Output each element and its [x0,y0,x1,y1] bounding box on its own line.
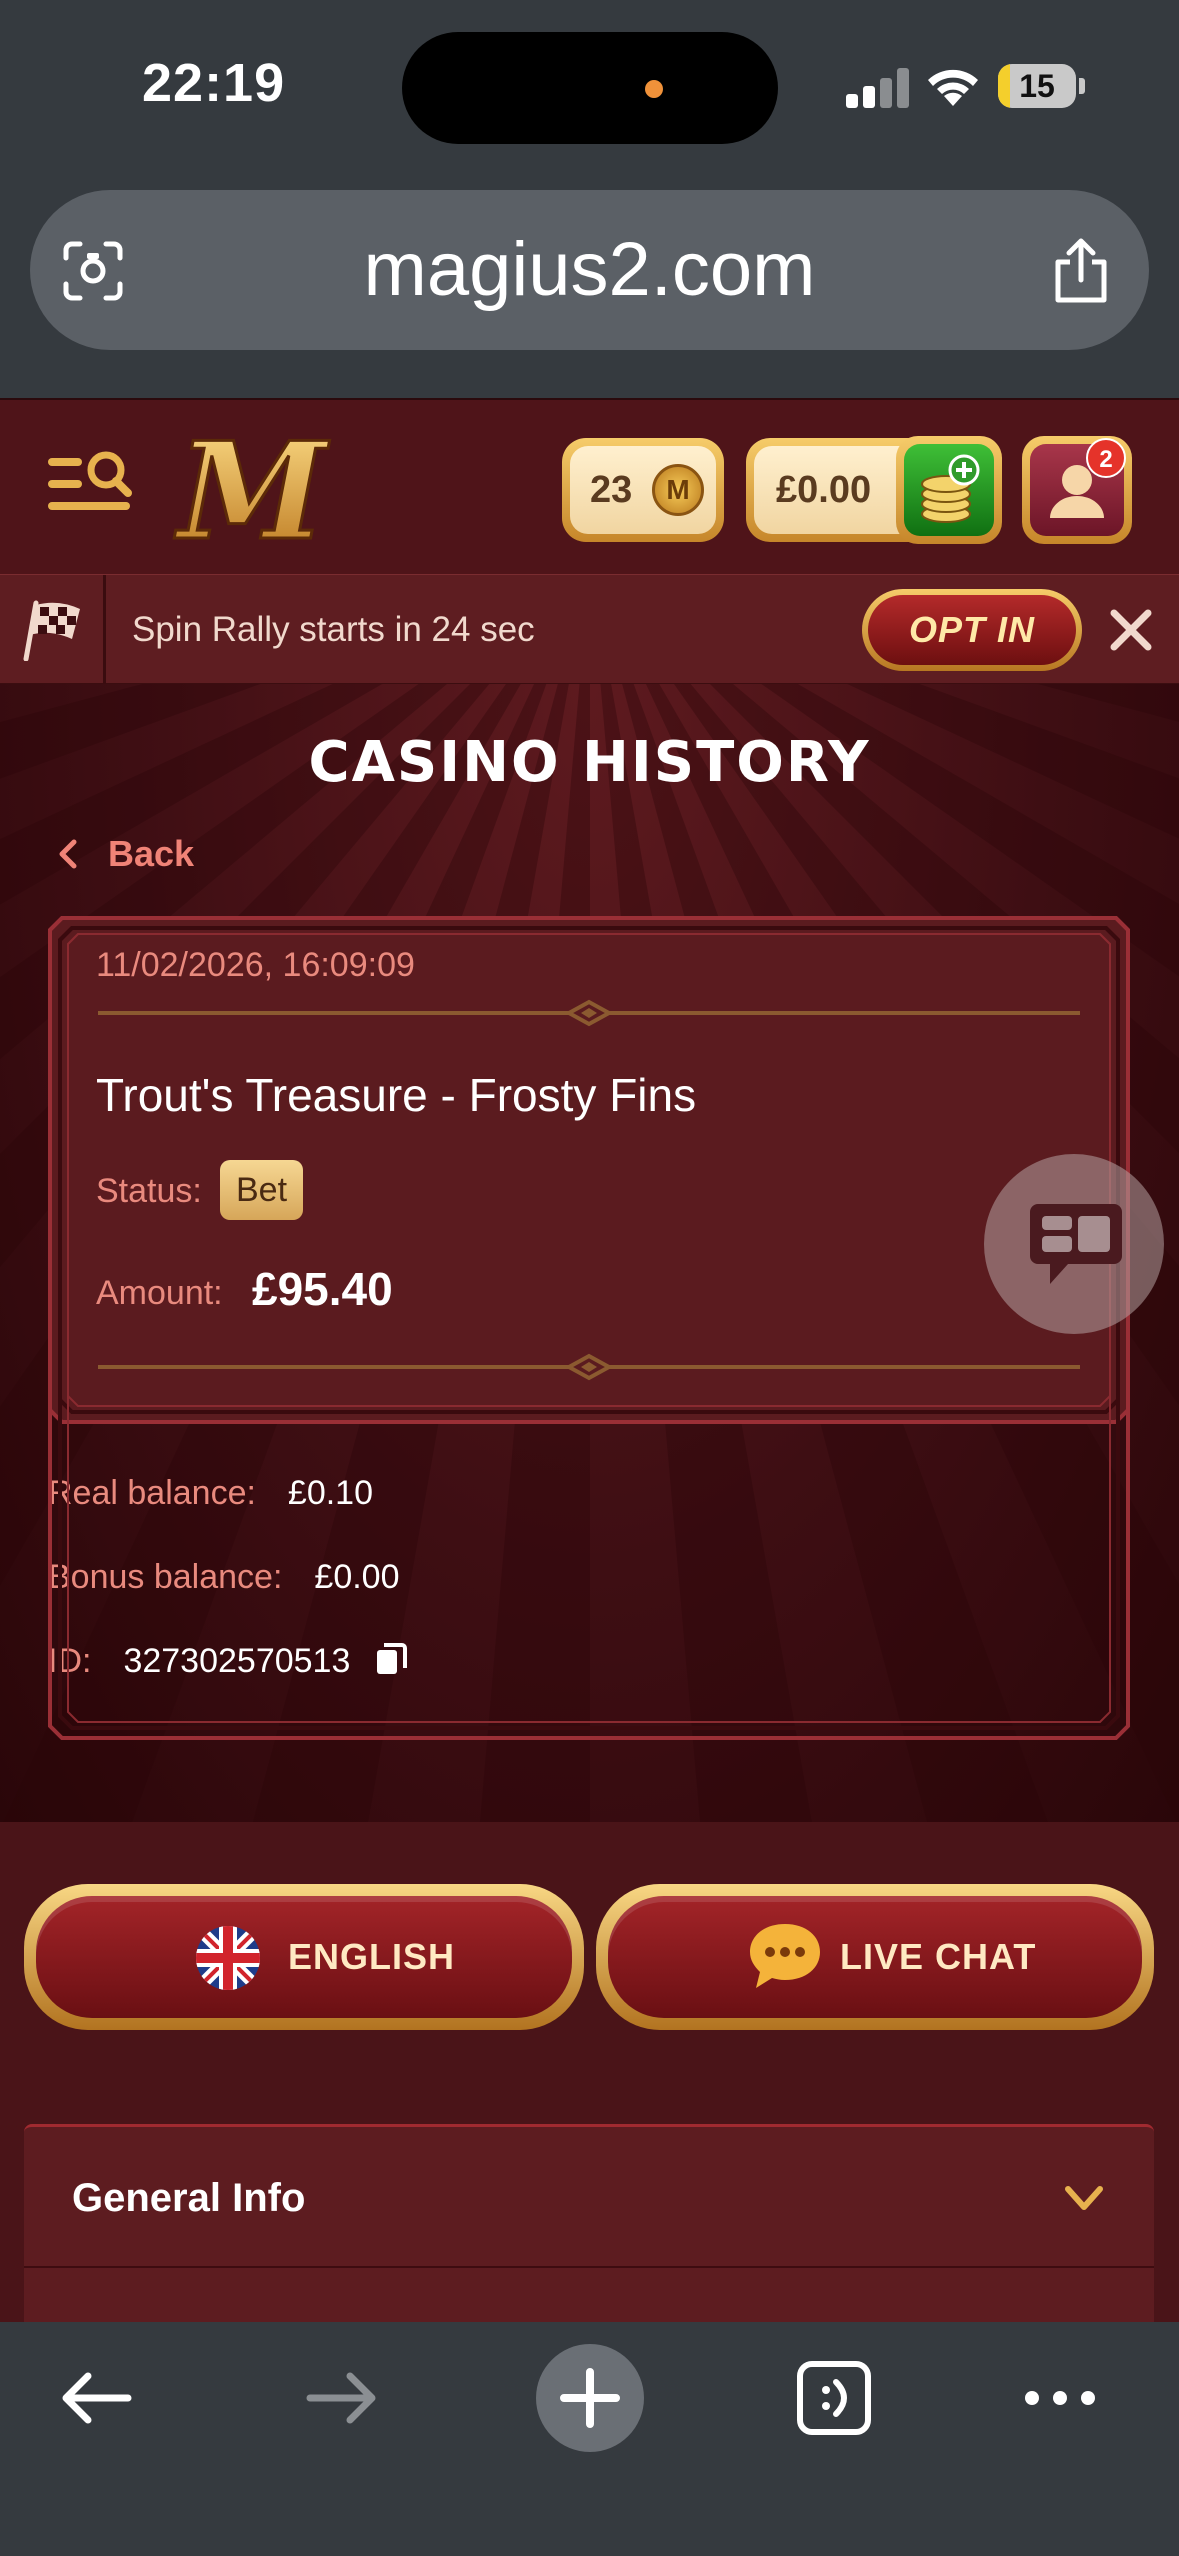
back-arrow-icon[interactable] [56,2358,136,2438]
battery-tip [1079,78,1085,94]
battery-percent: 15 [1019,68,1055,104]
chat-bubbles-icon [1030,1204,1122,1284]
real-balance-value: £0.10 [287,1474,374,1512]
more-options-icon[interactable] [1020,2358,1100,2438]
site-header: M 23 M £0.00 2 [0,398,1179,574]
amount-label: Amount: [96,1274,223,1312]
language-button[interactable]: ENGLISH [24,1884,584,2030]
close-icon[interactable] [1106,605,1156,655]
id-row: ID: 327302570513 [48,1642,408,1681]
browser-toolbar [0,2322,1179,2556]
floating-chat-button[interactable] [984,1154,1164,1334]
screen: 22:19 15 magius2.com M 23 M £0.00 2 Spin… [0,0,1179,2556]
real-balance-label: Real balance: [48,1474,256,1512]
notification-badge: 2 [1086,438,1126,478]
wifi-icon [928,69,978,106]
chat-bubble-icon [750,1924,820,1988]
history-card: 11/02/2026, 16:09:09 Trout's Treasure - … [48,916,1130,1424]
coins-value: 23 [590,469,633,511]
accordion-title: General Info [72,2176,306,2220]
live-chat-label: LIVE CHAT [840,1936,1037,1977]
bonus-balance-row: Bonus balance: £0.00 [48,1558,400,1597]
live-chat-button[interactable]: LIVE CHAT [596,1884,1154,2030]
status-badge: Bet [220,1160,304,1220]
share-icon[interactable] [1050,236,1112,306]
uk-flag-icon [196,1926,260,1990]
chevron-down-icon [1065,2186,1103,2210]
id-label: ID: [48,1642,92,1680]
divider-ornament [98,999,1080,1027]
browser-address-bar: magius2.com [0,180,1179,398]
new-tab-button[interactable] [536,2344,644,2452]
flag-box [0,575,106,685]
card-frame [48,916,1130,1424]
game-name: Trout's Treasure - Frosty Fins [96,1069,697,1121]
coins-plus-icon [921,454,980,523]
status-bar: 22:19 15 [0,0,1179,180]
m-coin-icon: M [652,464,704,516]
balance-value: £0.00 [776,469,872,511]
battery-indicator: 15 [998,64,1076,108]
site-logo[interactable]: M [168,422,336,562]
promo-text: Spin Rally starts in 24 sec [132,610,535,649]
real-balance-row: Real balance: £0.10 [48,1474,373,1513]
plus-icon [560,2368,620,2428]
url-field[interactable]: magius2.com [30,190,1149,350]
status-time: 22:19 [142,53,286,113]
amount-value: £95.40 [252,1263,393,1315]
checkered-flag-icon [23,600,80,661]
dynamic-island [402,32,778,144]
cell-signal-icon [846,66,910,108]
id-value: 327302570513 [123,1642,351,1680]
status-label: Status: [96,1172,202,1210]
site-footer: ENGLISH LIVE CHAT General Info [0,1822,1179,2326]
language-label: ENGLISH [288,1936,456,1977]
tabs-icon[interactable] [794,2358,874,2438]
accordion-general-info[interactable]: General Info [24,2124,1154,2266]
back-label: Back [108,833,195,874]
accordion-next[interactable] [24,2266,1154,2326]
bonus-balance-label: Bonus balance: [48,1558,283,1596]
copy-icon[interactable] [374,1642,408,1676]
bonus-balance-value: £0.00 [314,1558,400,1596]
divider-ornament [98,1353,1080,1381]
deposit-button[interactable] [896,436,1002,544]
url-text[interactable]: magius2.com [30,190,1149,350]
opt-in-button[interactable]: OPT IN [862,589,1082,671]
coins-counter[interactable]: 23 M [562,438,724,542]
recording-dot-icon [645,80,663,98]
promo-banner: Spin Rally starts in 24 sec OPT IN [0,574,1179,685]
history-datetime: 11/02/2026, 16:09:09 [96,946,415,984]
page-title: CASINO HISTORY [308,730,871,795]
svg-text:M: M [174,422,330,562]
chevron-left-icon [59,839,77,869]
menu-search-icon[interactable] [44,440,134,530]
opt-in-label: OPT IN [868,595,1076,665]
forward-arrow-icon[interactable] [302,2358,382,2438]
